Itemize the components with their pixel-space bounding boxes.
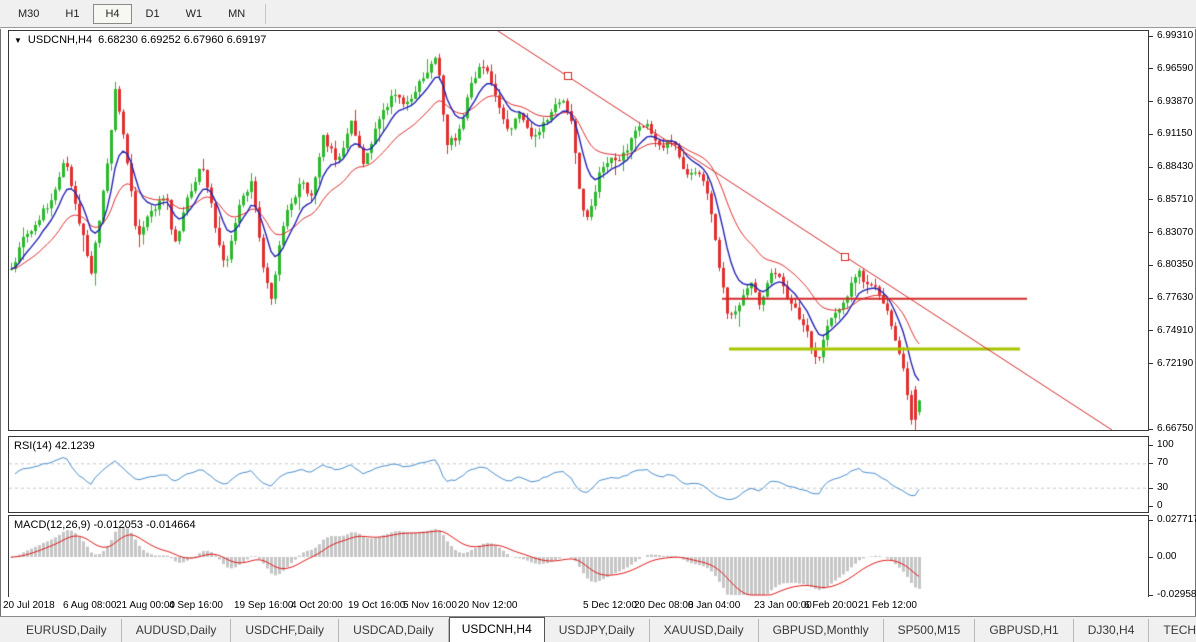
- price-axis-label: 6.96590: [1149, 63, 1193, 74]
- rsi-indicator-label: RSI(14) 42.1239: [14, 440, 95, 452]
- chart-window: ▼ USDCNH,H4 6.68230 6.69252 6.67960 6.69…: [0, 29, 1196, 616]
- price-axis-label: 6.93870: [1149, 96, 1193, 107]
- macd-pane[interactable]: MACD(12,26,9) -0.012053 -0.014664: [8, 515, 1149, 598]
- time-axis-label: 21 Feb 12:00: [858, 600, 917, 611]
- time-axis-label: 6 Feb 20:00: [804, 600, 857, 611]
- time-axis-label: 21 Aug 00:00: [116, 600, 175, 611]
- timeframe-button-w1[interactable]: W1: [174, 4, 215, 24]
- timeframe-toolbar: M30H1H4D1W1MN: [0, 0, 1196, 28]
- terminal-window: M30H1H4D1W1MN ▼ USDCNH,H4 6.68230 6.6925…: [0, 0, 1196, 642]
- rsi-axis-label: 100: [1149, 439, 1174, 450]
- timeframe-button-mn[interactable]: MN: [216, 4, 257, 24]
- timeframe-button-m30[interactable]: M30: [6, 4, 51, 24]
- timeframe-button-d1[interactable]: D1: [134, 4, 172, 24]
- timeframe-button-group: M30H1H4D1W1MN: [6, 4, 259, 24]
- macd-axis-label: -0.029587: [1149, 589, 1196, 600]
- time-axis-label: 19 Oct 16:00: [348, 600, 405, 611]
- price-axis-label: 6.77630: [1149, 292, 1193, 303]
- chart-tab-usdjpy-daily[interactable]: USDJPY,Daily: [545, 619, 650, 642]
- price-pane[interactable]: ▼ USDCNH,H4 6.68230 6.69252 6.67960 6.69…: [8, 30, 1149, 431]
- time-axis-label: 20 Dec 08:00: [634, 600, 694, 611]
- price-axis-label: 6.74910: [1149, 325, 1193, 336]
- rsi-axis-label: 0: [1149, 500, 1163, 511]
- chart-tab-tech100-h1[interactable]: TECH100,H1: [1149, 619, 1196, 642]
- chart-tab-xauusd-daily[interactable]: XAUUSD,Daily: [650, 619, 759, 642]
- time-scale[interactable]: 20 Jul 2018 6 Aug 08:0021 Aug 00:004 Sep …: [1, 597, 1149, 615]
- rsi-chart-canvas[interactable]: [9, 437, 1148, 512]
- chart-tabs: EURUSD,DailyAUDUSD,DailyUSDCHF,DailyUSDC…: [12, 617, 1196, 642]
- chart-tab-usdcad-daily[interactable]: USDCAD,Daily: [339, 619, 449, 642]
- timeframe-button-h1[interactable]: H1: [53, 4, 91, 24]
- rsi-pane[interactable]: RSI(14) 42.1239: [8, 436, 1149, 513]
- chart-symbol-label: USDCNH,H4: [28, 34, 92, 46]
- time-axis-label: 6 Aug 08:00: [63, 600, 116, 611]
- macd-axis-label: 0.027717: [1149, 514, 1196, 525]
- chart-tab-gbpusd-h1[interactable]: GBPUSD,H1: [975, 619, 1073, 642]
- chart-tab-eurusd-daily[interactable]: EURUSD,Daily: [12, 619, 122, 642]
- time-axis-label: 20 Jul 2018: [3, 600, 55, 611]
- chart-tab-gbpusd-monthly[interactable]: GBPUSD,Monthly: [759, 619, 884, 642]
- time-axis-label: 19 Sep 16:00: [234, 600, 294, 611]
- price-chart-canvas[interactable]: [9, 31, 1148, 430]
- price-axis-label: 6.99310: [1149, 30, 1193, 41]
- price-axis-label: 6.72190: [1149, 358, 1193, 369]
- chart-tab-dj30-h4[interactable]: DJ30,H4: [1074, 619, 1150, 642]
- time-axis-label: 8 Jan 04:00: [688, 600, 740, 611]
- macd-indicator-label: MACD(12,26,9) -0.012053 -0.014664: [14, 519, 196, 531]
- price-axis-label: 6.83070: [1149, 227, 1193, 238]
- price-axis-label: 6.85710: [1149, 194, 1193, 205]
- chart-tab-audusd-daily[interactable]: AUDUSD,Daily: [122, 619, 232, 642]
- toolbar-divider: [265, 4, 266, 24]
- price-axis-label: 6.88430: [1149, 161, 1193, 172]
- macd-axis-label: 0.00: [1149, 551, 1176, 562]
- chart-tab-usdchf-daily[interactable]: USDCHF,Daily: [231, 619, 339, 642]
- chart-tab-sp500-m15[interactable]: SP500,M15: [884, 619, 976, 642]
- symbol-dropdown-icon[interactable]: ▼: [14, 36, 22, 45]
- time-axis-label: 4 Oct 20:00: [291, 600, 343, 611]
- chart-header: ▼ USDCNH,H4 6.68230 6.69252 6.67960 6.69…: [14, 34, 266, 46]
- rsi-axis-label: 30: [1149, 482, 1168, 493]
- time-axis-label: 5 Nov 16:00: [403, 600, 457, 611]
- chart-ohlc-values: 6.68230 6.69252 6.67960 6.69197: [98, 34, 266, 46]
- time-axis-label: 20 Nov 12:00: [458, 600, 518, 611]
- chart-tab-bar: EURUSD,DailyAUDUSD,DailyUSDCHF,DailyUSDC…: [0, 616, 1196, 642]
- time-axis-label: 5 Dec 12:00: [583, 600, 637, 611]
- price-axis-label: 6.91150: [1149, 128, 1192, 139]
- timeframe-button-h4[interactable]: H4: [93, 4, 131, 24]
- price-axis-label: 6.80350: [1149, 259, 1193, 270]
- time-axis-label: 4 Sep 16:00: [169, 600, 223, 611]
- price-axis-label: 6.66750: [1149, 423, 1193, 434]
- chart-tab-usdcnh-h4[interactable]: USDCNH,H4: [449, 617, 545, 642]
- rsi-axis-label: 70: [1149, 457, 1168, 468]
- price-scale[interactable]: 6.69197 6.993106.965906.938706.911506.88…: [1149, 29, 1196, 616]
